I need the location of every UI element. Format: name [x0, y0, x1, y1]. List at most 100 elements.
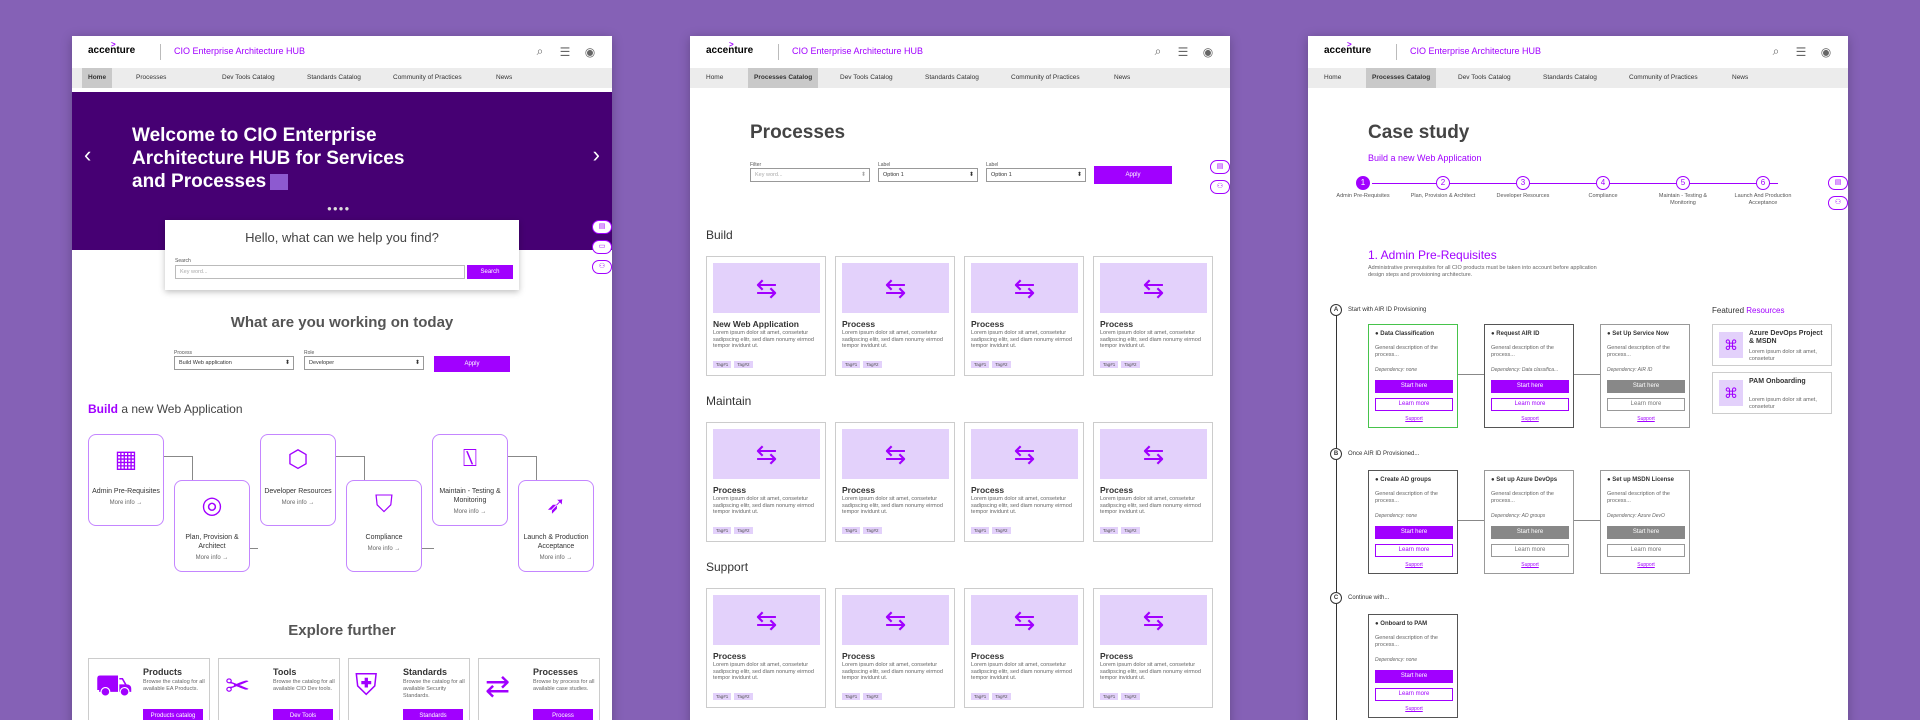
nav-dev-tools[interactable]: Dev Tools Catalog [216, 68, 281, 88]
nav-standards[interactable]: Standards Catalog [919, 68, 985, 88]
support-link[interactable]: Support [1601, 562, 1691, 568]
progress-step[interactable]: 1 Admin Pre-Requisites [1328, 176, 1398, 200]
standards-button[interactable]: Standards [403, 709, 463, 720]
process-card[interactable]: ⇆ Process Lorem ipsum dolor sit amet, cons… [964, 588, 1084, 708]
process-card[interactable]: ⇆ Process Lorem ipsum dolor sit amet, cons… [706, 588, 826, 708]
process-card[interactable]: ⇆ Process Lorem ipsum dolor sit amet, cons… [1093, 588, 1213, 708]
nav-news[interactable]: News [1108, 68, 1136, 88]
more-info-link[interactable]: More info → [433, 509, 507, 515]
nav-processes-catalog[interactable]: Processes Catalog [748, 68, 819, 88]
chat-icon[interactable]: ▤ [592, 220, 612, 234]
resource-pam[interactable]: ⌘ PAM Onboarding Lorem ipsum dolor sit ame… [1712, 372, 1832, 414]
tag[interactable]: Tag#1 [971, 527, 990, 534]
nav-processes[interactable]: Processes [130, 68, 172, 88]
tag[interactable]: Tag#2 [1121, 527, 1140, 534]
learn-more-button[interactable]: Learn more [1375, 688, 1453, 701]
process-card[interactable]: ⇆ Process Lorem ipsum dolor sit amet, cons… [835, 256, 955, 376]
search-button[interactable]: Search [467, 265, 513, 279]
support-link[interactable]: Support [1485, 562, 1575, 568]
role-select[interactable]: Developer [304, 356, 424, 370]
tag[interactable]: Tag#1 [713, 693, 732, 700]
start-here-button[interactable]: Start here [1607, 380, 1685, 393]
tag[interactable]: Tag#2 [992, 693, 1011, 700]
process-select[interactable]: Build Web application [174, 356, 294, 370]
user-icon[interactable]: ◉ [582, 45, 598, 59]
step-compliance[interactable]: ⛉ Compliance More info → [346, 480, 422, 572]
more-info-link[interactable]: More info → [261, 500, 335, 506]
products-catalog-button[interactable]: Products catalog [143, 709, 203, 720]
support-link[interactable]: Support [1369, 416, 1459, 422]
learn-more-button[interactable]: Learn more [1491, 398, 1569, 411]
menu-icon[interactable]: ☰ [1793, 45, 1809, 59]
nav-processes-catalog[interactable]: Processes Catalog [1366, 68, 1437, 88]
resource-azure[interactable]: ⌘ Azure DevOps Project & MSDN Lorem ipsum … [1712, 324, 1832, 366]
learn-more-button[interactable]: Learn more [1607, 398, 1685, 411]
people-icon[interactable]: ⚇ [1210, 180, 1230, 194]
step-launch[interactable]: ➶ Launch & Production Acceptance More info… [518, 480, 594, 572]
chat-icon[interactable]: ▤ [1828, 176, 1848, 190]
accenture-logo[interactable]: accenture > [88, 40, 135, 56]
hub-title[interactable]: CIO Enterprise Architecture HUB [792, 46, 923, 56]
process-card[interactable]: ⇆ Process Lorem ipsum dolor sit amet, cons… [964, 256, 1084, 376]
hub-title[interactable]: CIO Enterprise Architecture HUB [174, 46, 305, 56]
tag[interactable]: Tag#1 [1100, 361, 1119, 368]
start-here-button[interactable]: Start here [1375, 526, 1453, 539]
nav-dev-tools[interactable]: Dev Tools Catalog [834, 68, 899, 88]
search-input[interactable]: Key word... [175, 265, 465, 279]
menu-icon[interactable]: ☰ [1175, 45, 1191, 59]
option-select-2[interactable]: Option 1 [986, 168, 1086, 182]
tag[interactable]: Tag#2 [734, 693, 753, 700]
step-maintain[interactable]: ⍂ Maintain - Testing & Monitoring More inf… [432, 434, 508, 526]
progress-step[interactable]: 3 Developer Resources [1488, 176, 1558, 200]
nav-home[interactable]: Home [700, 68, 729, 88]
chevron-left-icon[interactable]: ‹ [84, 142, 91, 168]
learn-more-button[interactable]: Learn more [1375, 544, 1453, 557]
tag[interactable]: Tag#1 [713, 361, 732, 368]
tag[interactable]: Tag#2 [863, 527, 882, 534]
progress-step[interactable]: 2 Plan, Provision & Architect [1408, 176, 1478, 200]
accenture-logo[interactable]: accenture > [1324, 40, 1371, 56]
tag[interactable]: Tag#2 [992, 361, 1011, 368]
process-button[interactable]: Process [533, 709, 593, 720]
tag[interactable]: Tag#1 [713, 527, 732, 534]
nav-dev-tools[interactable]: Dev Tools Catalog [1452, 68, 1517, 88]
nav-community[interactable]: Community of Practices [1623, 68, 1704, 88]
nav-news[interactable]: News [1726, 68, 1754, 88]
process-card[interactable]: ⇆ Process Lorem ipsum dolor sit amet, cons… [835, 588, 955, 708]
step-admin[interactable]: ▦ Admin Pre-Requisites More info → [88, 434, 164, 526]
tag[interactable]: Tag#2 [992, 527, 1011, 534]
learn-more-button[interactable]: Learn more [1491, 544, 1569, 557]
tag[interactable]: Tag#2 [734, 361, 753, 368]
tag[interactable]: Tag#2 [863, 361, 882, 368]
search-icon[interactable]: ⌕ [1150, 44, 1166, 59]
nav-standards[interactable]: Standards Catalog [301, 68, 367, 88]
process-card[interactable]: ⇆ Process Lorem ipsum dolor sit amet, cons… [835, 422, 955, 542]
chevron-right-icon[interactable]: › [593, 142, 600, 168]
nav-news[interactable]: News [490, 68, 518, 88]
tag[interactable]: Tag#2 [1121, 693, 1140, 700]
tag[interactable]: Tag#1 [1100, 527, 1119, 534]
progress-step[interactable]: 6 Launch And Production Acceptance [1728, 176, 1798, 207]
tag[interactable]: Tag#2 [734, 527, 753, 534]
start-here-button[interactable]: Start here [1607, 526, 1685, 539]
filter-input[interactable]: Key word... [750, 168, 870, 182]
support-link[interactable]: Support [1601, 416, 1691, 422]
tag[interactable]: Tag#1 [971, 361, 990, 368]
tag[interactable]: Tag#1 [842, 527, 861, 534]
apply-button[interactable]: Apply [434, 356, 510, 372]
hub-title[interactable]: CIO Enterprise Architecture HUB [1410, 46, 1541, 56]
nav-home[interactable]: Home [1318, 68, 1347, 88]
user-icon[interactable]: ◉ [1200, 45, 1216, 59]
people-icon[interactable]: ⚇ [592, 260, 612, 274]
tag[interactable]: Tag#1 [1100, 693, 1119, 700]
tag[interactable]: Tag#2 [1121, 361, 1140, 368]
start-here-button[interactable]: Start here [1375, 670, 1453, 683]
dev-tools-button[interactable]: Dev Tools [273, 709, 333, 720]
people-icon[interactable]: ⚇ [1828, 196, 1848, 210]
process-card[interactable]: ⇆ Process Lorem ipsum dolor sit amet, cons… [964, 422, 1084, 542]
tag[interactable]: Tag#1 [971, 693, 990, 700]
process-card[interactable]: ⇆ Process Lorem ipsum dolor sit amet, cons… [1093, 422, 1213, 542]
process-card[interactable]: ⇆ Process Lorem ipsum dolor sit amet, cons… [706, 422, 826, 542]
start-here-button[interactable]: Start here [1491, 526, 1569, 539]
search-icon[interactable]: ⌕ [1768, 44, 1784, 59]
